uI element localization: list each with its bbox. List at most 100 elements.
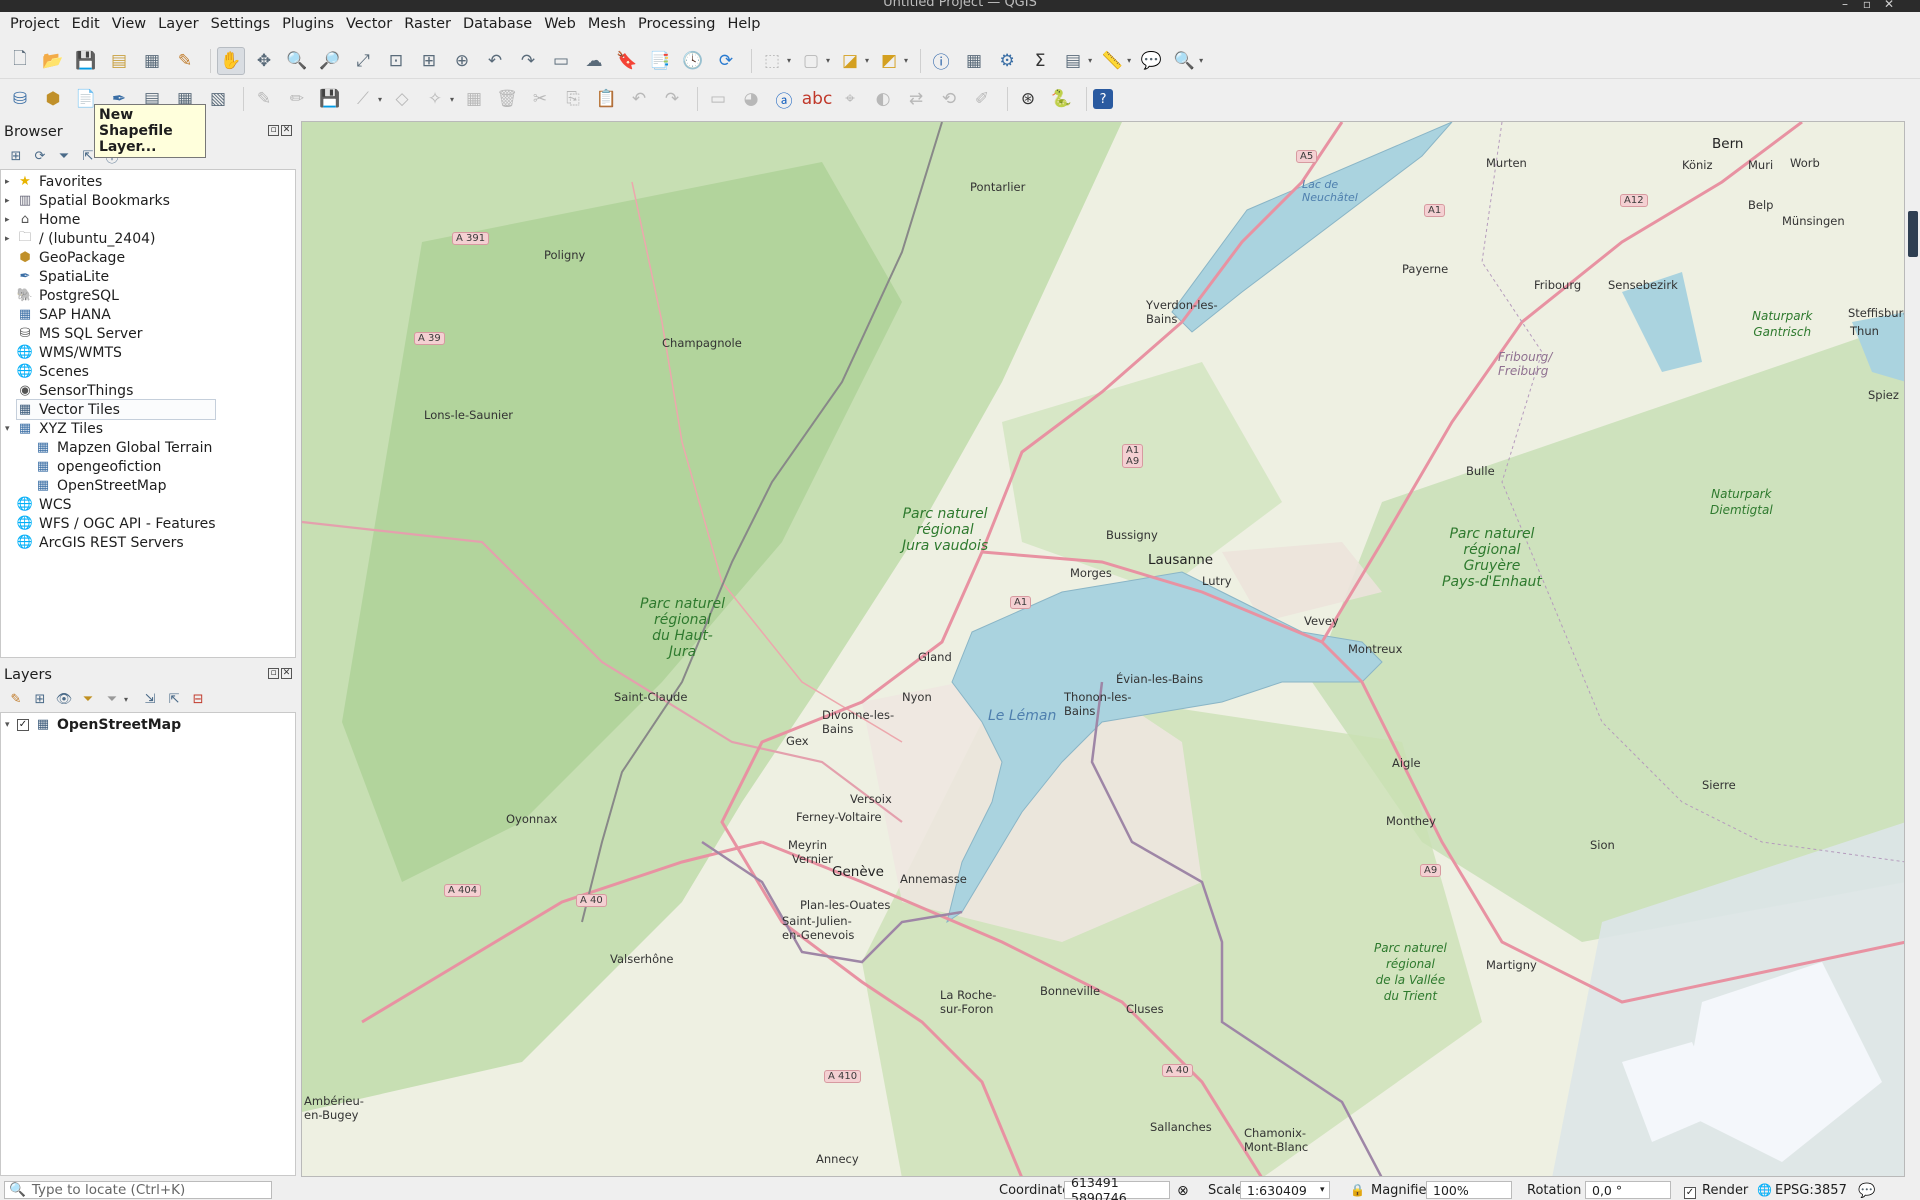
chevron-down-icon[interactable]: ▾	[1127, 56, 1131, 65]
collapse-arrow-icon[interactable]: ▾	[5, 720, 17, 730]
temporal-controller-icon[interactable]: 🕓	[679, 47, 707, 75]
filter-expression-icon[interactable]: ⏷	[104, 691, 120, 707]
new-bookmark-icon[interactable]: 🔖	[613, 47, 641, 75]
messages-icon[interactable]: 💬	[1858, 1183, 1875, 1199]
browser-item-geopackage[interactable]: ⬢ GeoPackage	[17, 248, 125, 267]
crs-icon[interactable]: 🌐	[1757, 1183, 1772, 1197]
show-bookmarks-icon[interactable]: 📑	[646, 47, 674, 75]
zoom-next-icon[interactable]: ↷	[514, 47, 542, 75]
browser-item-sensorthings[interactable]: ◉ SensorThings	[17, 381, 133, 400]
float-panel-icon[interactable]: ▫	[268, 668, 279, 679]
menu-project[interactable]: Project	[4, 16, 66, 32]
data-source-manager-icon[interactable]: ⛁	[6, 85, 34, 113]
layout-manager-icon[interactable]: ▦	[138, 47, 166, 75]
browser-item-xyz-tiles[interactable]: ▾ ▦ XYZ Tiles	[5, 419, 103, 438]
help-icon[interactable]: ?	[1093, 89, 1114, 109]
browser-item-scenes[interactable]: 🌐 Scenes	[17, 362, 89, 381]
browser-item-sap-hana[interactable]: ▦ SAP HANA	[17, 305, 111, 324]
expand-arrow-icon[interactable]: ▸	[5, 196, 17, 206]
expand-arrow-icon[interactable]: ▸	[5, 215, 17, 225]
pin-labels-icon[interactable]: ⌖	[836, 85, 864, 113]
menu-plugins[interactable]: Plugins	[276, 16, 340, 32]
filter-icon[interactable]: ⏷	[56, 148, 72, 164]
refresh-icon[interactable]: ⟳	[32, 148, 48, 164]
add-selected-layers-icon[interactable]: ⊞	[8, 148, 24, 164]
copy-features-icon[interactable]: ⎘	[559, 85, 587, 113]
chevron-down-icon[interactable]: ▾	[1088, 56, 1092, 65]
show-hide-labels-icon[interactable]: ◐	[869, 85, 897, 113]
modify-attributes-icon[interactable]: ▦	[460, 85, 488, 113]
statistics-icon[interactable]: Σ	[1026, 47, 1054, 75]
new-geopackage-layer-icon[interactable]: ⬢	[39, 85, 67, 113]
paste-features-icon[interactable]: 📋	[592, 85, 620, 113]
render-checkbox[interactable]: ✓	[1684, 1184, 1696, 1199]
menu-edit[interactable]: Edit	[66, 16, 106, 32]
identify-features-icon[interactable]: ⓘ	[927, 47, 955, 75]
browser-item-postgresql[interactable]: 🐘 PostgreSQL	[17, 286, 119, 305]
expand-all-icon[interactable]: ⇲	[142, 691, 158, 707]
measure-line-icon[interactable]: 📏	[1098, 47, 1126, 75]
layer-visibility-checkbox[interactable]: ✓	[17, 718, 29, 731]
locator-icon[interactable]: 🔍	[1170, 47, 1198, 75]
menu-vector[interactable]: Vector	[340, 16, 398, 32]
browser-item-wfs[interactable]: 🌐 WFS / OGC API - Features	[17, 514, 216, 533]
browser-item-mapzen[interactable]: ▦ Mapzen Global Terrain	[35, 438, 213, 457]
manage-visibility-icon[interactable]: 👁	[56, 691, 73, 707]
change-label-icon[interactable]: ✐	[968, 85, 996, 113]
menu-settings[interactable]: Settings	[205, 16, 276, 32]
new-project-icon[interactable]: 🗋	[6, 47, 34, 75]
toggle-editing-icon[interactable]: ✏	[283, 85, 311, 113]
style-layer-icon[interactable]: ✎	[8, 691, 24, 707]
zoom-in-icon[interactable]: 🔍	[283, 47, 311, 75]
browser-item-root-folder[interactable]: ▸ 🗀 / (lubuntu_2404)	[5, 229, 155, 248]
locator-search-input[interactable]: 🔍 Type to locate (Ctrl+K)	[4, 1181, 272, 1199]
chevron-down-icon[interactable]: ▾	[124, 695, 128, 704]
add-group-icon[interactable]: ⊞	[32, 691, 48, 707]
rotation-field[interactable]: 0,0 °	[1585, 1181, 1671, 1199]
style-manager-icon[interactable]: ✎	[171, 47, 199, 75]
browser-item-wcs[interactable]: 🌐 WCS	[17, 495, 72, 514]
scrollbar-thumb[interactable]	[1908, 211, 1918, 257]
chevron-down-icon[interactable]: ▾	[450, 95, 454, 104]
chevron-down-icon[interactable]: ▾	[865, 56, 869, 65]
new-mesh-layer-icon[interactable]: ▧	[204, 85, 232, 113]
minimize-icon[interactable]: –	[1836, 0, 1854, 11]
deselect-icon[interactable]: ▢	[797, 47, 825, 75]
toolbox-icon[interactable]: ⚙	[993, 47, 1021, 75]
menu-layer[interactable]: Layer	[152, 16, 204, 32]
select-features-icon[interactable]: ⬚	[758, 47, 786, 75]
save-edits-icon[interactable]: 💾	[316, 85, 344, 113]
diagram-tool-icon[interactable]: ◕	[737, 85, 765, 113]
chevron-down-icon[interactable]: ▾	[1199, 56, 1203, 65]
delete-selected-icon[interactable]: 🗑	[493, 85, 521, 113]
map-tips-icon[interactable]: 💬	[1137, 47, 1165, 75]
close-panel-icon[interactable]: ✕	[281, 125, 292, 136]
current-edits-icon[interactable]: ✎	[250, 85, 278, 113]
select-by-location-icon[interactable]: ◩	[875, 47, 903, 75]
open-attribute-table-icon[interactable]: ▦	[960, 47, 988, 75]
coordinate-field[interactable]: 613491 5890746	[1064, 1175, 1170, 1200]
browser-tree[interactable]: ▸ ★ Favorites ▸ ▥ Spatial Bookmarks ▸ ⌂ Home ▸…	[0, 169, 296, 658]
browser-item-mssql[interactable]: ⛁ MS SQL Server	[17, 324, 143, 343]
magnifier-field[interactable]: 100%	[1426, 1181, 1512, 1199]
menu-mesh[interactable]: Mesh	[582, 16, 632, 32]
menu-help[interactable]: Help	[721, 16, 766, 32]
lock-scale-icon[interactable]: 🔒	[1350, 1183, 1365, 1197]
chevron-down-icon[interactable]: ▾	[378, 95, 382, 104]
vertex-tool-icon[interactable]: ✧	[421, 85, 449, 113]
undo-icon[interactable]: ↶	[625, 85, 653, 113]
crs-button[interactable]: EPSG:3857	[1775, 1183, 1847, 1198]
rotate-label-icon[interactable]: ⟲	[935, 85, 963, 113]
select-by-expression-icon[interactable]: ◪	[836, 47, 864, 75]
browser-item-spatial-bookmarks[interactable]: ▸ ▥ Spatial Bookmarks	[5, 191, 170, 210]
map-canvas[interactable]: Bern Murten Köniz Muri Worb Belp Münsing…	[301, 121, 1905, 1177]
menu-processing[interactable]: Processing	[632, 16, 721, 32]
browser-item-home[interactable]: ▸ ⌂ Home	[5, 210, 80, 229]
browser-item-vector-tiles[interactable]: ▦ Vector Tiles	[16, 399, 216, 420]
layers-tree[interactable]: ▾ ✓ ▦ OpenStreetMap	[0, 712, 296, 1176]
zoom-to-layer-icon[interactable]: ⊞	[415, 47, 443, 75]
zoom-last-icon[interactable]: ↶	[481, 47, 509, 75]
redo-icon[interactable]: ↷	[658, 85, 686, 113]
quickosm-icon[interactable]: ⊛	[1014, 85, 1042, 113]
highlight-labels-icon[interactable]: abc	[802, 85, 833, 113]
